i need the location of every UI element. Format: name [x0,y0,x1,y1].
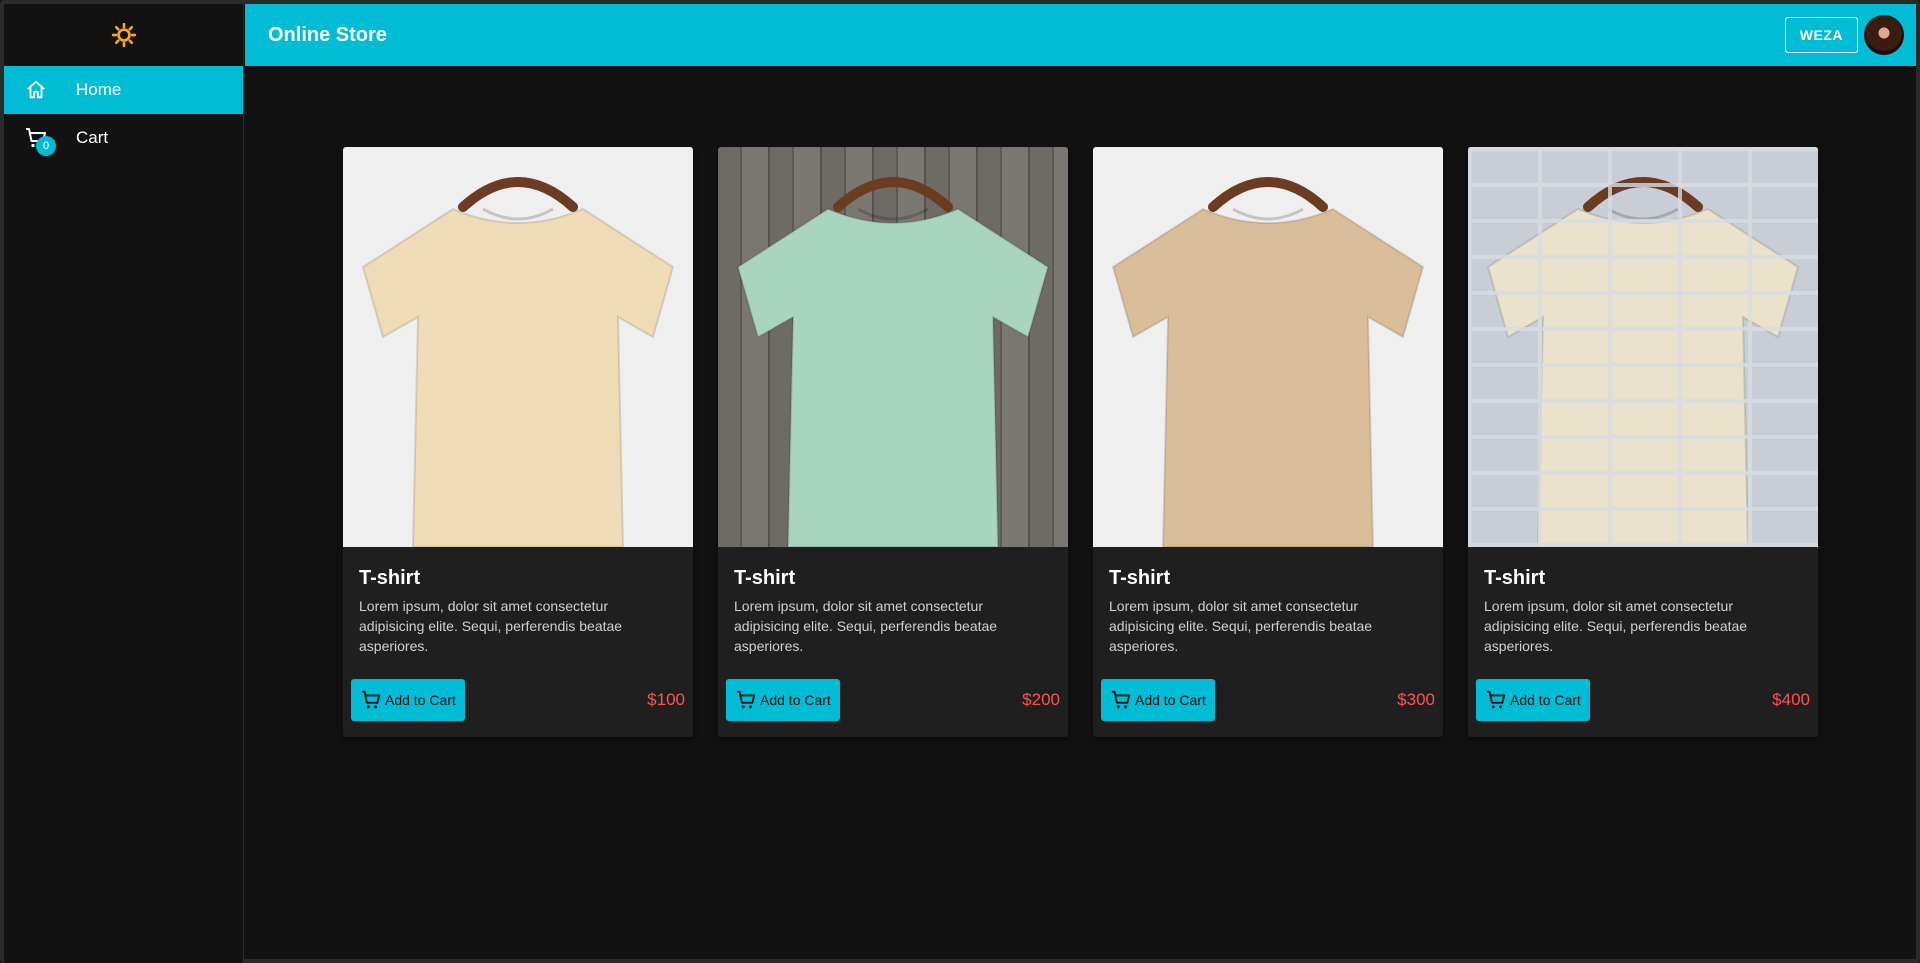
brick-background [1468,147,1818,547]
card-actions: Add to Cart $300 [1101,679,1435,721]
home-icon [22,76,50,104]
product-price: $300 [1397,690,1435,709]
tshirt-image [1111,177,1425,547]
app-bar: Online Store WEZA [245,4,1916,66]
cart-icon [361,690,381,709]
theme-toggle-button[interactable] [106,17,142,53]
product-image [1468,147,1818,547]
cart-icon [1111,690,1131,709]
product-grid: T-shirt Lorem ipsum, dolor sit amet cons… [343,147,1818,737]
add-to-cart-button[interactable]: Add to Cart [351,679,465,721]
product-card: T-shirt Lorem ipsum, dolor sit amet cons… [718,147,1068,737]
product-title: T-shirt [359,567,421,589]
product-card: T-shirt Lorem ipsum, dolor sit amet cons… [1468,147,1818,737]
add-to-cart-label: Add to Cart [385,692,456,708]
cart-count-badge: 0 [36,136,56,156]
product-description: Lorem ipsum, dolor sit amet consectetur … [734,598,998,654]
appbar-actions: WEZA [1784,15,1904,55]
add-to-cart-label: Add to Cart [1510,692,1581,708]
sidebar: Home 0 Cart [4,4,244,963]
add-to-cart-label: Add to Cart [1135,692,1206,708]
card-actions: Add to Cart $200 [726,679,1060,721]
card-actions: Add to Cart $400 [1476,679,1810,721]
product-image [343,147,693,547]
avatar[interactable] [1864,15,1904,55]
add-to-cart-label: Add to Cart [760,692,831,708]
cart-icon [1486,690,1506,709]
product-card: T-shirt Lorem ipsum, dolor sit amet cons… [343,147,693,737]
product-title: T-shirt [1109,567,1171,589]
product-price: $100 [647,690,685,709]
card-body: T-shirt Lorem ipsum, dolor sit amet cons… [343,547,693,656]
product-image [718,147,1068,547]
tshirt-image [361,177,675,547]
add-to-cart-button[interactable]: Add to Cart [1476,679,1590,721]
product-image [1093,147,1443,547]
sidebar-item-label: Cart [76,128,109,147]
product-title: T-shirt [734,567,796,589]
product-price: $200 [1022,690,1060,709]
product-description: Lorem ipsum, dolor sit amet consectetur … [1484,598,1748,654]
product-price: $400 [1772,690,1810,709]
sun-icon [111,22,136,48]
product-description: Lorem ipsum, dolor sit amet consectetur … [359,598,623,654]
sidebar-item-cart[interactable]: 0 Cart [4,114,243,162]
sidebar-item-label: Home [76,80,122,99]
card-body: T-shirt Lorem ipsum, dolor sit amet cons… [718,547,1068,656]
tshirt-image [736,177,1050,547]
product-description: Lorem ipsum, dolor sit amet consectetur … [1109,598,1373,654]
card-actions: Add to Cart $100 [351,679,685,721]
add-to-cart-button[interactable]: Add to Cart [726,679,840,721]
cart-icon [736,690,756,709]
app-title: Online Store [268,23,387,46]
product-title: T-shirt [1484,567,1546,589]
user-button[interactable]: WEZA [1784,17,1858,53]
sidebar-item-home[interactable]: Home [4,66,243,114]
card-body: T-shirt Lorem ipsum, dolor sit amet cons… [1093,547,1443,656]
card-body: T-shirt Lorem ipsum, dolor sit amet cons… [1468,547,1818,656]
cart-icon: 0 [22,124,56,156]
add-to-cart-button[interactable]: Add to Cart [1101,679,1215,721]
product-card: T-shirt Lorem ipsum, dolor sit amet cons… [1093,147,1443,737]
sidebar-header [4,4,243,66]
